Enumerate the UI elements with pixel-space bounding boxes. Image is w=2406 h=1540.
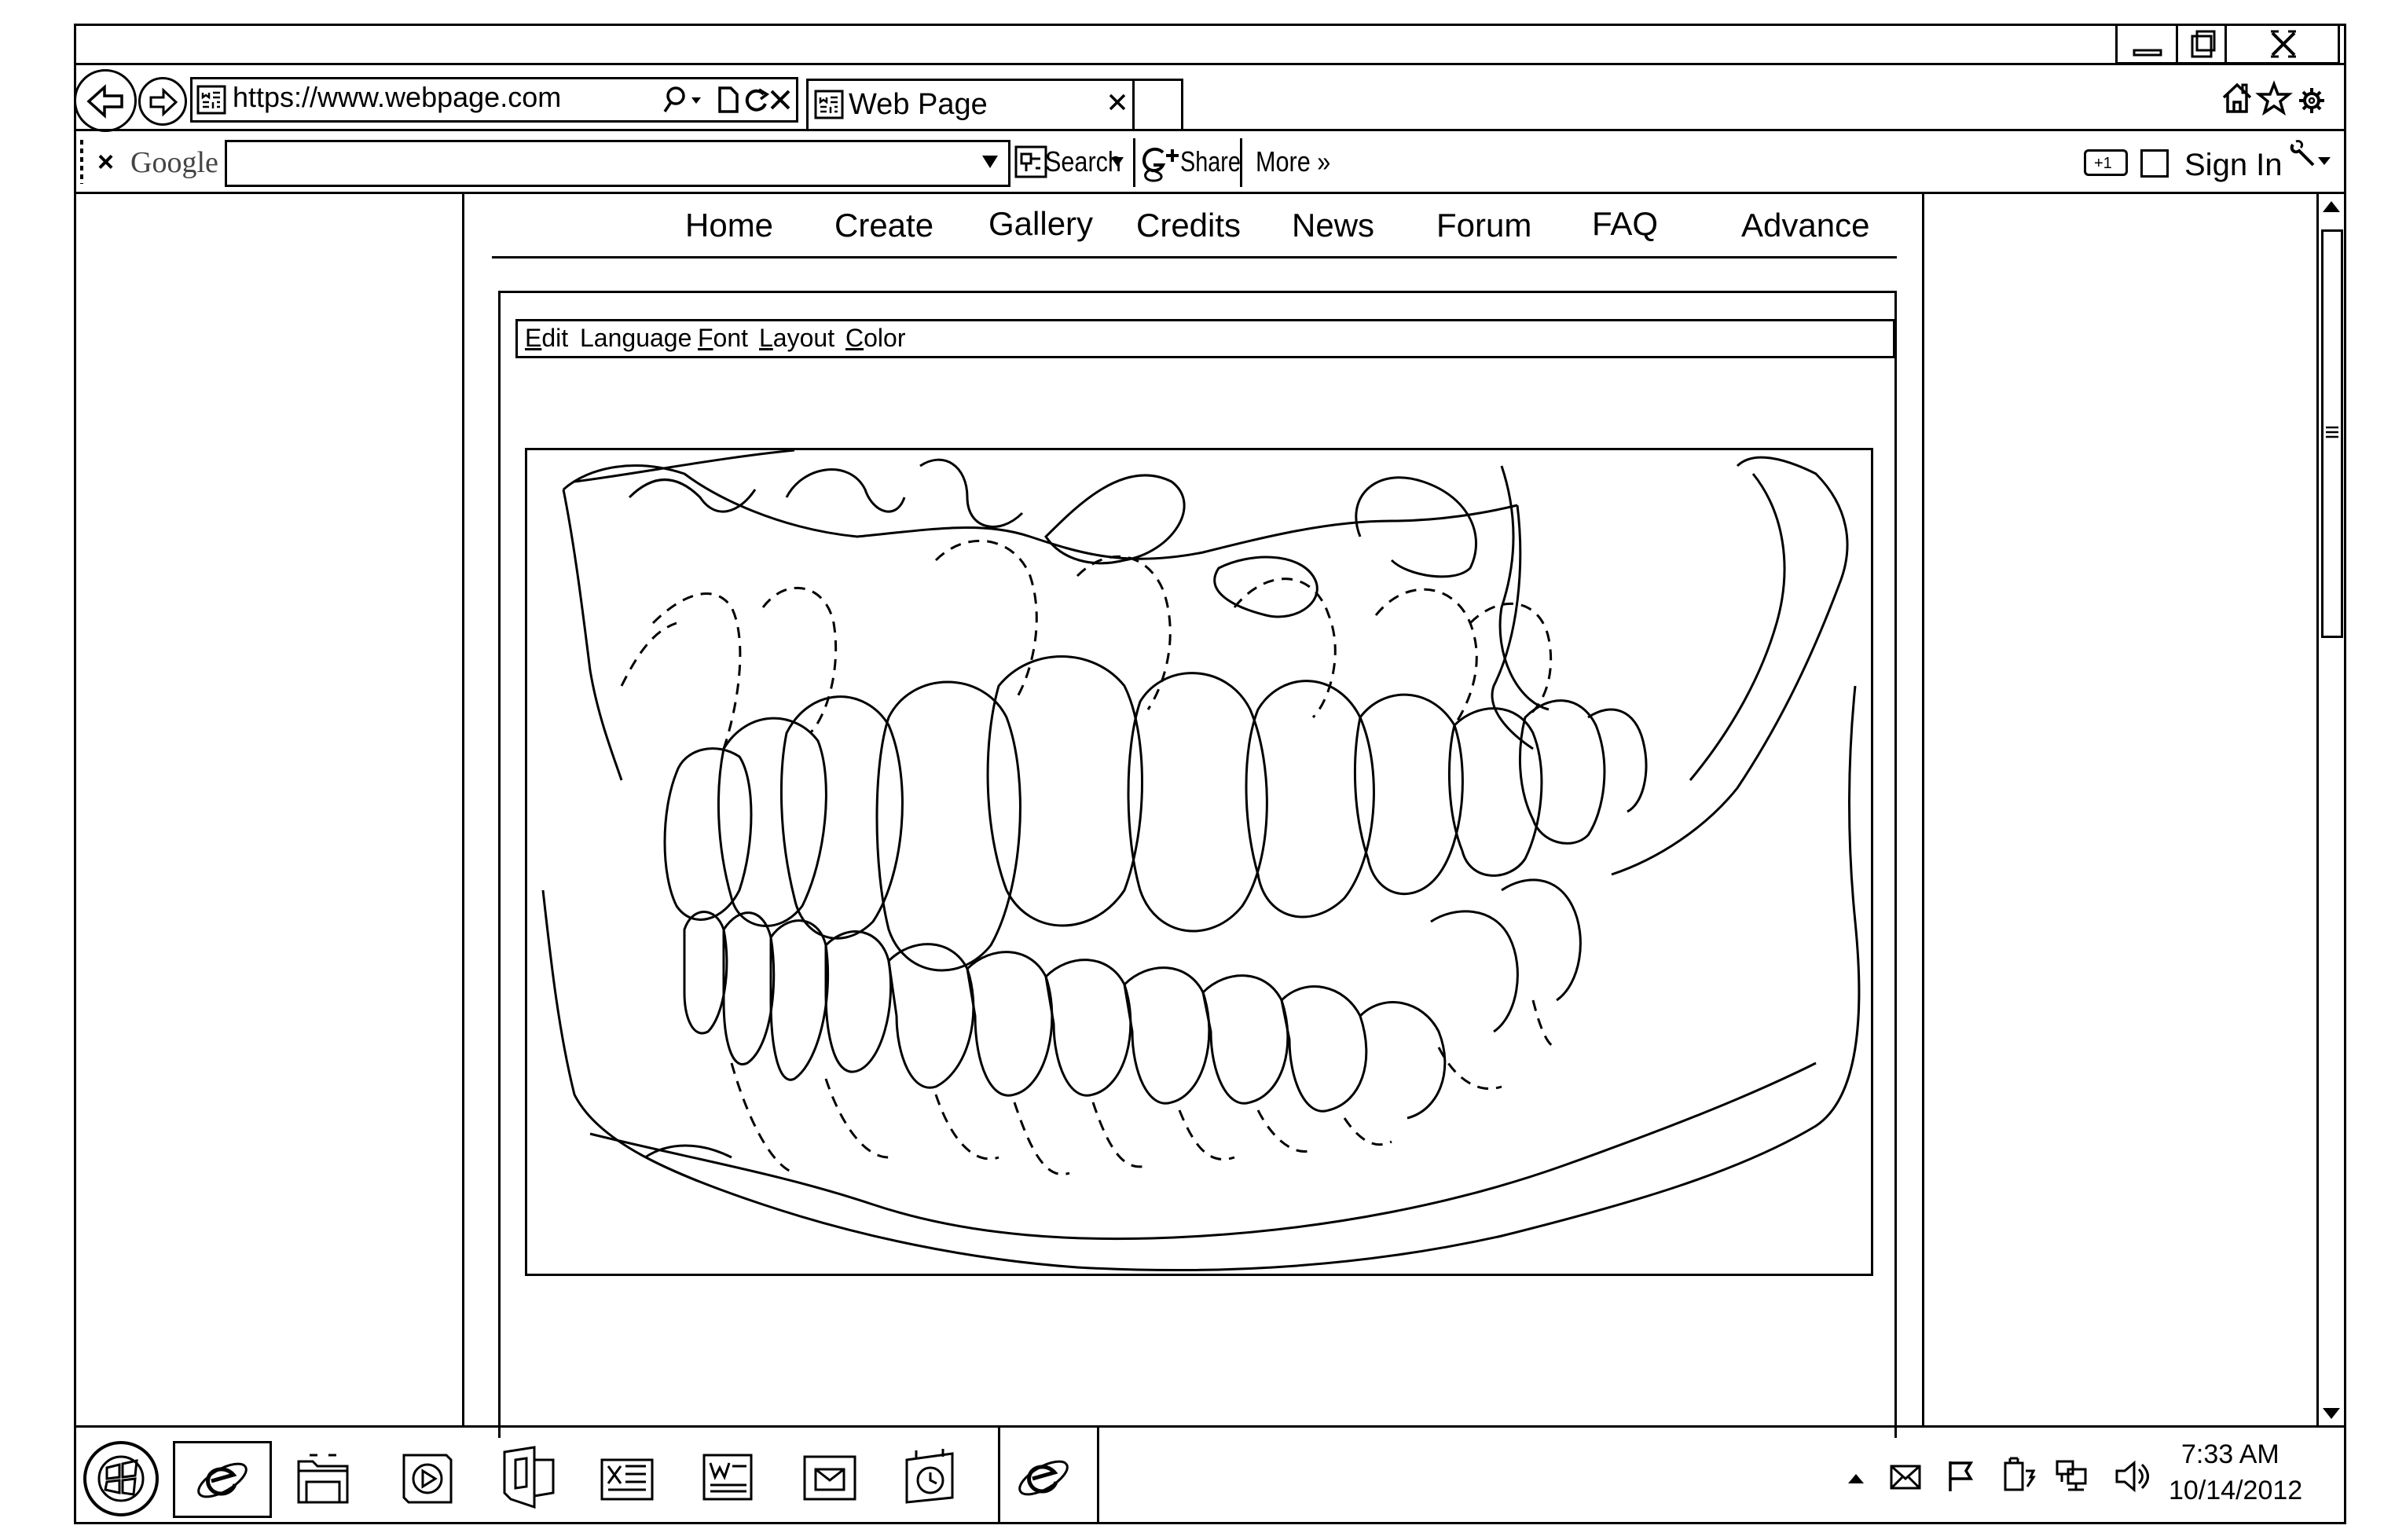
dental-jaw-drawing [541,450,1861,1272]
new-tab-button[interactable] [1135,79,1183,129]
media-player-icon[interactable] [399,1450,456,1507]
toolbar-separator-2 [1240,138,1242,187]
toolbar-close-button[interactable]: × [97,148,114,176]
battery-icon[interactable] [2001,1455,2037,1493]
back-button[interactable] [74,69,137,132]
toolbar-checkbox[interactable] [2140,149,2169,178]
webpage-favicon-icon [196,85,226,115]
flag-icon[interactable] [1946,1458,1979,1493]
tab-title[interactable]: Web Page [849,90,988,119]
scrollbar-track[interactable] [2316,193,2319,1425]
menu-layout[interactable]: Layout [759,325,834,350]
nav-underline [492,256,1897,258]
nav-forum[interactable]: Forum [1436,209,1531,242]
network-icon[interactable] [2054,1458,2090,1493]
clock-date[interactable]: 10/14/2012 [2169,1477,2302,1504]
minimize-button[interactable] [2115,24,2178,64]
plus-one-label: +1 [2094,155,2112,172]
restore-icon [2191,30,2216,58]
scroll-up-icon[interactable] [2321,200,2342,214]
start-icon [97,1455,145,1502]
refresh-icon[interactable] [742,86,770,115]
nav-faq[interactable]: FAQ [1592,207,1658,240]
google-brand: Google [130,146,218,179]
wrench-icon[interactable] [2287,138,2334,178]
nav-news[interactable]: News [1292,209,1374,242]
scroll-down-icon[interactable] [2321,1406,2342,1421]
tab-favicon-icon [814,90,844,119]
volume-icon[interactable] [2114,1460,2151,1493]
taskbar-ie-active[interactable] [173,1441,272,1518]
nav-credits[interactable]: Credits [1136,209,1241,242]
url-text[interactable]: https://www.webpage.com [233,83,561,112]
nav-advance[interactable]: Advance [1741,209,1869,242]
office-icon[interactable] [500,1444,559,1513]
internet-explorer-quicklaunch-icon[interactable] [1014,1450,1073,1505]
toolbar-grip-icon[interactable] [79,138,85,185]
taskbar [74,1425,2346,1428]
calendar-icon[interactable] [900,1447,959,1507]
compatibility-view-icon[interactable] [717,85,740,115]
plus-one-button[interactable]: +1 [2084,149,2128,176]
nav-home[interactable]: Home [685,209,773,242]
menu-language[interactable]: Language [580,325,691,350]
titlebar-divider [74,63,2346,65]
word-icon[interactable] [701,1450,756,1505]
file-explorer-icon[interactable] [294,1450,352,1507]
menu-font[interactable]: Font [698,325,748,350]
forward-button[interactable] [138,77,187,126]
stop-icon[interactable] [768,88,792,112]
close-icon [2271,30,2296,58]
search-dropdown-icon[interactable] [981,154,999,170]
scroll-grip-icon [2326,426,2338,438]
page-right-border [1922,193,1924,1425]
search-icon[interactable] [660,85,707,116]
minimize-icon [2133,49,2162,57]
outlook-icon[interactable] [801,1450,858,1505]
clock-time[interactable]: 7:33 AM [2181,1441,2279,1468]
toolbar-divider [74,192,2346,194]
dental-jaw-illustration [525,448,1873,1276]
sign-in-button[interactable]: Sign In [2184,149,2283,181]
gear-icon[interactable] [2298,86,2326,115]
page-left-border [462,193,464,1425]
tabbar-divider [74,129,2346,131]
search-menu-dropdown-icon[interactable] [1109,156,1125,168]
taskbar-divider-left [998,1427,1000,1524]
menu-edit[interactable]: Edit [525,325,568,350]
forward-arrow-icon [149,87,178,117]
excel-icon[interactable] [599,1452,655,1505]
restore-button[interactable] [2178,24,2227,64]
mail-icon[interactable] [1889,1463,1922,1491]
close-button[interactable] [2227,24,2340,64]
start-button[interactable] [83,1441,159,1516]
toolbar-search-input[interactable] [225,140,1010,187]
google-plus-icon[interactable] [1139,145,1182,182]
more-button[interactable]: More » [1256,148,1330,176]
taskbar-divider-right [1097,1427,1099,1524]
share-button[interactable]: Share [1180,148,1241,176]
google-search-icon[interactable] [1014,145,1048,179]
internet-explorer-icon [197,1462,248,1498]
back-arrow-icon [86,84,123,119]
tab-close-icon[interactable] [1108,93,1127,112]
nav-gallery[interactable]: Gallery [988,207,1093,240]
nav-create[interactable]: Create [834,209,933,242]
home-icon[interactable] [2221,80,2254,115]
toolbar-separator [1133,138,1135,187]
menu-color[interactable]: Color [845,325,905,350]
show-hidden-icon[interactable] [1847,1472,1865,1485]
star-icon[interactable] [2255,80,2293,116]
